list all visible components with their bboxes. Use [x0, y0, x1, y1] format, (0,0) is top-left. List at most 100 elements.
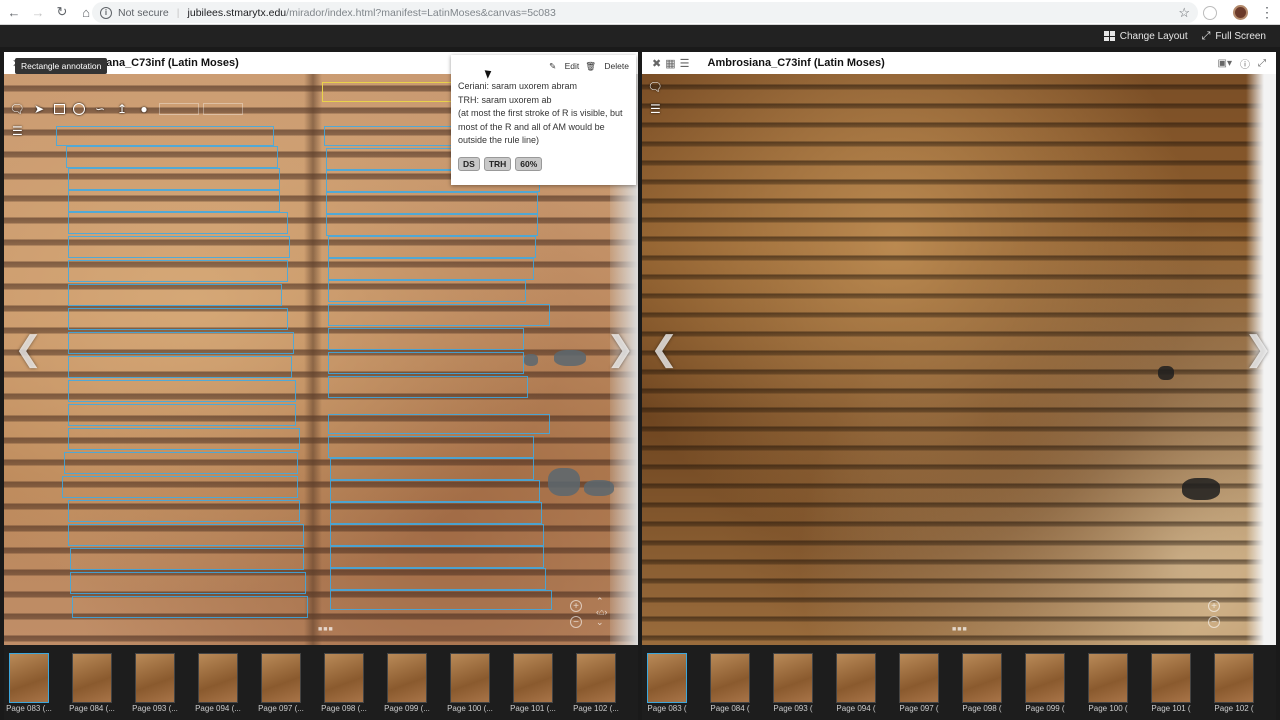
pager-dots[interactable]: ■■■ — [952, 626, 968, 633]
annotation-box[interactable] — [326, 214, 538, 236]
grid-view-icon[interactable]: ▦ — [665, 57, 675, 70]
thumbnail[interactable] — [72, 653, 112, 703]
reload-icon[interactable]: ↻ — [52, 2, 72, 22]
previous-page-icon[interactable]: ❮ — [650, 329, 679, 369]
image-view-icon[interactable]: ▣▾ — [1218, 58, 1232, 69]
settings-sliders-icon[interactable]: ☰ — [650, 102, 661, 116]
thumbnail[interactable] — [324, 653, 364, 703]
annotation-box[interactable] — [328, 258, 534, 280]
annotation-box[interactable] — [68, 356, 292, 378]
forward-icon[interactable]: → — [28, 2, 48, 22]
thumbnail[interactable] — [135, 653, 175, 703]
thumbnail[interactable] — [899, 653, 939, 703]
annotation-box[interactable] — [68, 236, 290, 258]
thumbnail[interactable] — [1151, 653, 1191, 703]
stroke-style-control[interactable] — [159, 103, 199, 115]
annotation-box[interactable] — [330, 590, 552, 610]
thumbnail[interactable] — [1025, 653, 1065, 703]
info-icon[interactable]: i — [100, 6, 112, 19]
annotation-box[interactable] — [68, 260, 288, 282]
tag-badge[interactable]: DS — [458, 156, 480, 171]
annotation-box[interactable] — [68, 284, 282, 306]
thumbnail[interactable] — [962, 653, 1002, 703]
annotation-box[interactable] — [326, 192, 538, 214]
thumbnail[interactable] — [387, 653, 427, 703]
freehand-icon[interactable]: ∽ — [93, 102, 107, 116]
comment-icon[interactable]: 🗨 — [647, 80, 662, 94]
annotation-box[interactable] — [68, 524, 304, 546]
annotation-box[interactable] — [328, 236, 536, 258]
pager-dots[interactable]: ■■■ — [318, 626, 334, 633]
annotation-box[interactable] — [68, 428, 300, 450]
annotation-box[interactable] — [68, 168, 280, 190]
thumbnail[interactable] — [836, 653, 876, 703]
address-bar[interactable]: i Not secure | jubilees.stmarytx.edu /mi… — [92, 2, 1198, 23]
annotation-box[interactable] — [68, 212, 288, 234]
edit-button[interactable]: ✎ Edit — [549, 61, 579, 72]
change-layout-button[interactable]: Change Layout — [1103, 31, 1188, 42]
list-view-icon[interactable]: ☰ — [680, 57, 690, 70]
annotation-box[interactable] — [330, 502, 542, 524]
fill-style-control[interactable] — [203, 103, 243, 115]
previous-page-icon[interactable]: ❮ — [14, 329, 43, 369]
annotation-box[interactable] — [330, 458, 534, 480]
next-page-icon[interactable]: ❯ — [606, 329, 635, 369]
annotation-box[interactable] — [330, 524, 544, 546]
annotation-box[interactable] — [68, 404, 296, 426]
thumbnail[interactable] — [1088, 653, 1128, 703]
annotation-box[interactable] — [328, 304, 550, 326]
thumbnail[interactable] — [9, 653, 49, 703]
close-icon[interactable]: ✖ — [652, 57, 661, 70]
annotation-box[interactable] — [56, 126, 274, 146]
annotation-box[interactable] — [330, 546, 544, 568]
annotation-box[interactable] — [70, 572, 306, 594]
full-screen-button[interactable]: ⤢ Full Screen — [1202, 30, 1266, 43]
annotation-box[interactable] — [68, 308, 288, 330]
annotation-box[interactable] — [328, 280, 526, 302]
profile-avatar[interactable] — [1233, 5, 1248, 20]
thumbnail[interactable] — [261, 653, 301, 703]
annotation-box[interactable] — [68, 500, 300, 522]
rectangle-tool-icon[interactable] — [54, 104, 65, 114]
annotation-box[interactable] — [68, 190, 280, 212]
zoom-out-icon[interactable]: − — [570, 616, 582, 628]
expand-window-icon[interactable]: ⤢ — [1258, 58, 1266, 69]
circle-tool-icon[interactable] — [73, 103, 85, 115]
back-icon[interactable]: ← — [4, 2, 24, 22]
annotation-box[interactable] — [328, 436, 534, 458]
thumbnail[interactable] — [773, 653, 813, 703]
settings-sliders-icon[interactable]: ☰ — [12, 124, 23, 138]
tag-badge[interactable]: 60% — [515, 156, 543, 171]
next-page-icon[interactable]: ❯ — [1244, 329, 1273, 369]
thumbnail[interactable] — [647, 653, 687, 703]
metadata-info-icon[interactable]: ⓘ — [1240, 56, 1250, 71]
extension-icon[interactable] — [1203, 5, 1217, 20]
thumbnail[interactable] — [198, 653, 238, 703]
annotation-box[interactable] — [328, 414, 550, 434]
pin-icon[interactable]: ● — [137, 102, 151, 116]
annotation-box[interactable] — [72, 596, 308, 618]
thumbnail[interactable] — [450, 653, 490, 703]
annotation-box[interactable] — [328, 376, 528, 398]
zoom-in-icon[interactable]: + — [1208, 600, 1220, 612]
annotation-box[interactable] — [328, 328, 524, 350]
annotation-box[interactable] — [70, 548, 304, 570]
thumbnail[interactable] — [513, 653, 553, 703]
bookmark-star-icon[interactable]: ☆ — [1178, 5, 1190, 21]
annotation-box[interactable] — [68, 332, 294, 354]
annotation-box[interactable] — [62, 476, 298, 498]
thumbnail[interactable] — [710, 653, 750, 703]
thumbnail[interactable] — [576, 653, 616, 703]
thumbnail[interactable] — [1214, 653, 1254, 703]
zoom-in-icon[interactable]: + — [570, 600, 582, 612]
selected-annotation-box[interactable] — [322, 82, 462, 102]
annotation-box[interactable] — [66, 146, 278, 168]
browser-menu-icon[interactable]: ⋮ — [1260, 4, 1274, 21]
delete-button[interactable]: 🗑 Delete — [585, 61, 629, 72]
annotation-box[interactable] — [330, 568, 546, 590]
pan-controls[interactable]: ⌃ ‹⌂› ⌄ — [596, 596, 607, 628]
pointer-icon[interactable]: ➤ — [32, 102, 46, 116]
zoom-out-icon[interactable]: − — [1208, 616, 1220, 628]
annotation-box[interactable] — [68, 380, 296, 402]
comment-icon[interactable]: 🗨 — [9, 102, 24, 116]
